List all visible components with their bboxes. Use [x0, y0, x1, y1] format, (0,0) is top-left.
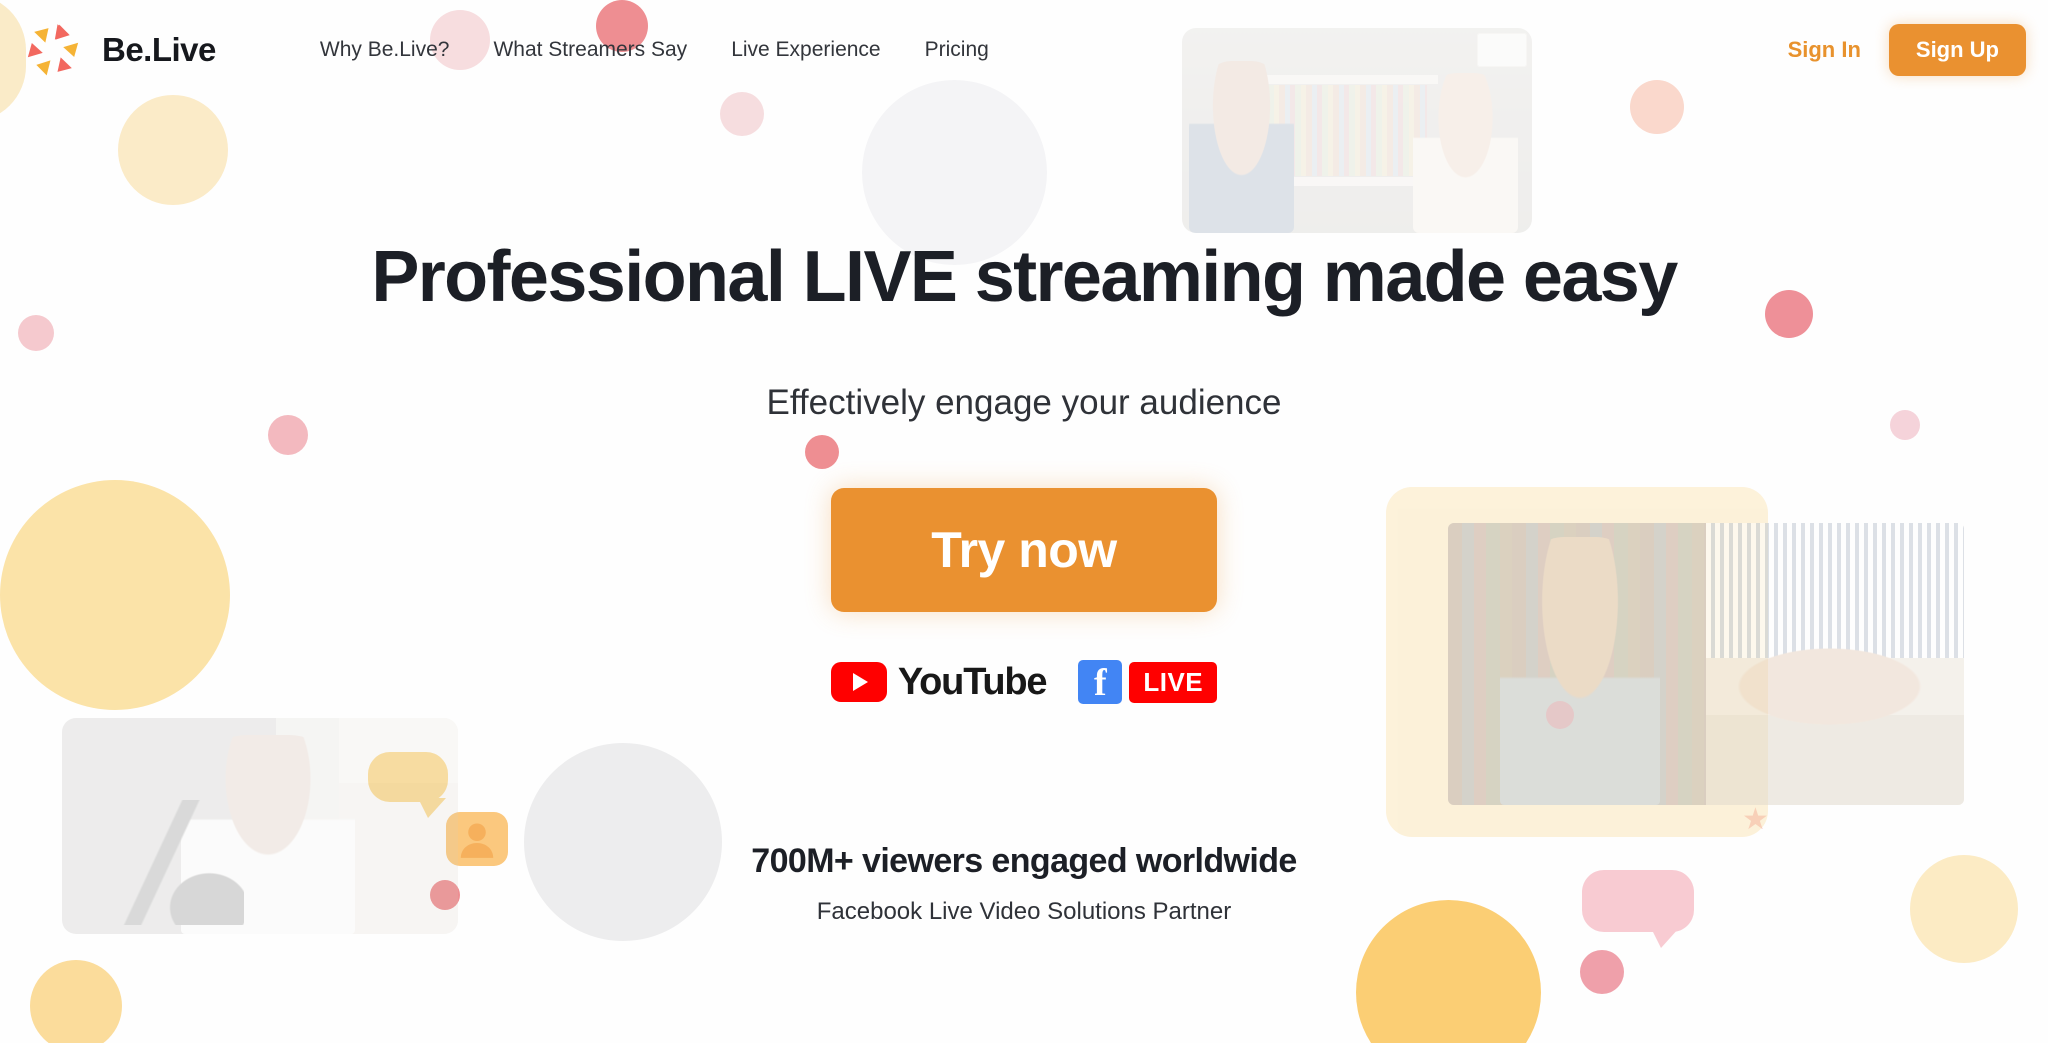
cta-container: Try now — [0, 488, 2048, 612]
page-root: ★ — [0, 0, 2048, 1043]
nav-item-live-experience[interactable]: Live Experience — [731, 28, 880, 72]
youtube-play-icon — [830, 662, 887, 702]
facebook-live-label: LIVE — [1129, 661, 1218, 703]
nav-item-why-belive[interactable]: Why Be.Live? — [320, 28, 450, 72]
deco-circle-yellow-top-left — [118, 95, 228, 205]
facebook-f-glyph: f — [1094, 662, 1107, 704]
facebook-f-icon: f — [1078, 660, 1123, 704]
deco-circle-yellow-bottom-left — [30, 960, 122, 1043]
sign-in-link[interactable]: Sign In — [1788, 37, 1861, 63]
primary-nav: Why Be.Live? What Streamers Say Live Exp… — [320, 28, 989, 72]
brand-name: Be.Live — [102, 31, 216, 68]
facebook-live-badge: f LIVE — [1078, 660, 1218, 704]
deco-dot-pink-left — [18, 315, 54, 351]
hero-subtitle: Effectively engage your audience — [766, 383, 1282, 422]
account-actions: Sign In Sign Up — [1788, 24, 2026, 76]
hero-title: Professional LIVE streaming made easy — [371, 237, 1678, 317]
site-header: Be.Live Why Be.Live? What Streamers Say … — [0, 0, 2048, 100]
youtube-badge: YouTube — [830, 660, 1048, 704]
try-now-button[interactable]: Try now — [831, 488, 1217, 612]
brand-logo[interactable]: Be.Live — [22, 19, 216, 81]
deco-dot-on-card — [1546, 701, 1574, 729]
stat-headline: 700M+ viewers engaged worldwide — [751, 842, 1297, 880]
deco-dot-pink-bottom — [1580, 950, 1624, 994]
nav-item-pricing[interactable]: Pricing — [925, 28, 989, 72]
youtube-wordmark: YouTube — [897, 660, 1048, 703]
stat-subline: Facebook Live Video Solutions Partner — [816, 898, 1232, 925]
platform-badges: YouTube f LIVE — [0, 660, 2048, 704]
sign-up-button[interactable]: Sign Up — [1888, 24, 2026, 76]
deco-dot-coral-center — [805, 435, 839, 469]
pinwheel-triangles-logo-icon — [22, 19, 84, 81]
nav-item-what-streamers-say[interactable]: What Streamers Say — [493, 28, 687, 72]
